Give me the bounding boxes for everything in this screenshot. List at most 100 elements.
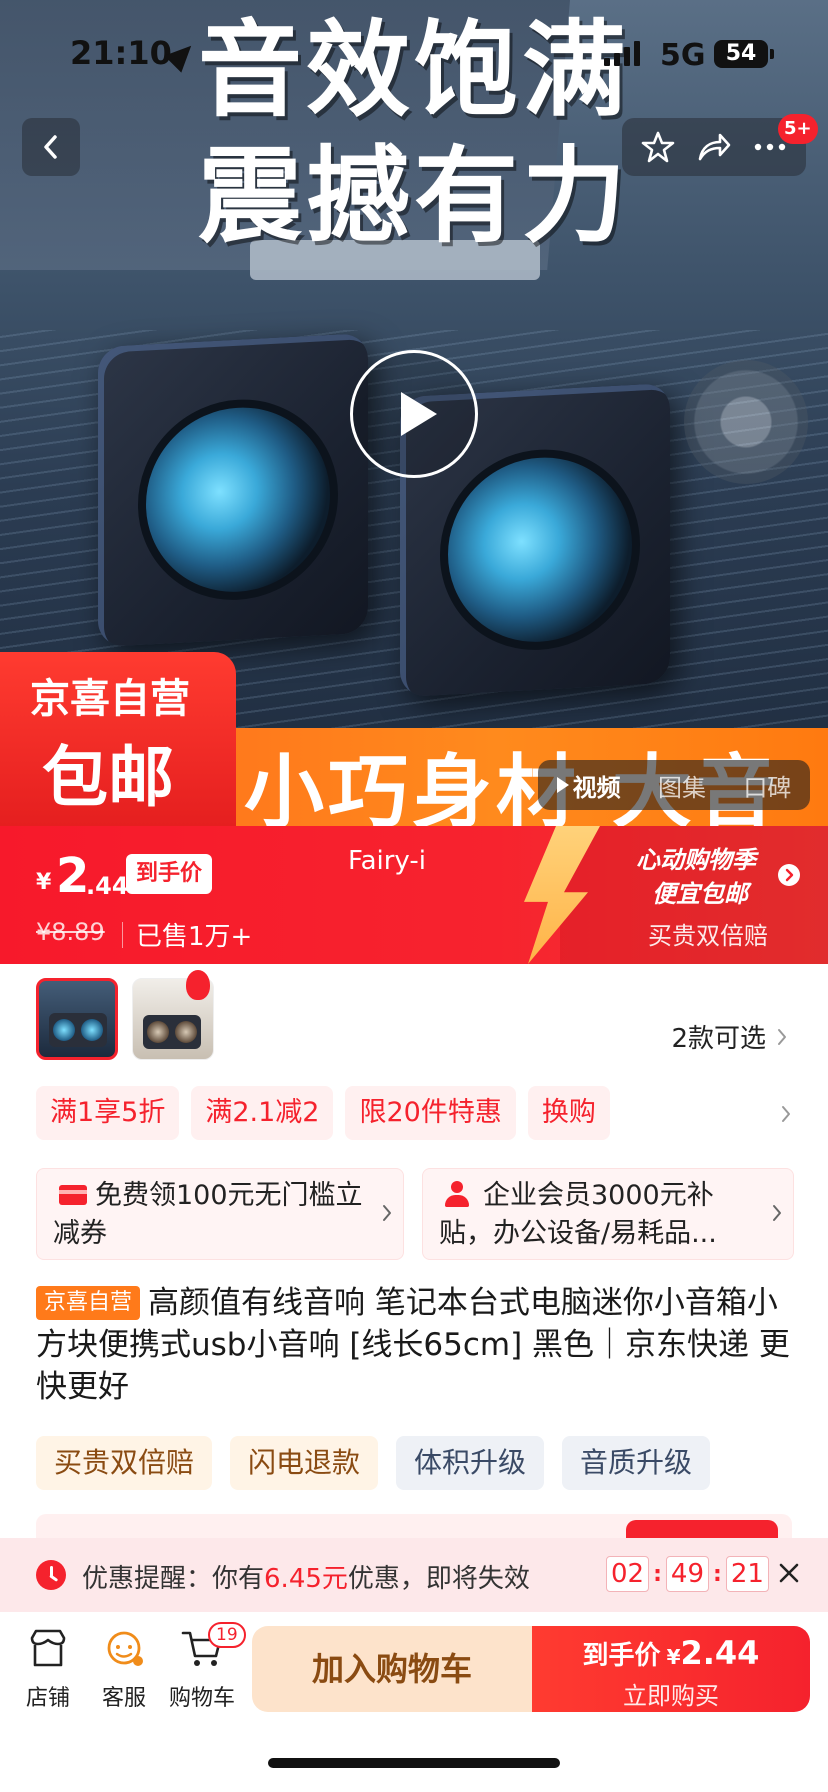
customer-service-icon <box>107 1631 143 1666</box>
add-to-cart-button[interactable]: 加入购物车 <box>252 1626 532 1712</box>
countdown-timer: 02 : 49 : 21 <box>606 1556 769 1592</box>
assistive-touch-ball[interactable] <box>684 360 808 484</box>
promo-chips: 满1享5折 满2.1减2 限20件特惠 换购 <box>36 1086 610 1140</box>
chevron-left-icon <box>44 135 57 159</box>
service-chip[interactable]: 买贵双倍赔 <box>36 1436 213 1490</box>
chevron-right-icon <box>785 868 794 882</box>
sold-count: 已售1万+ <box>136 922 253 952</box>
promo-chip[interactable]: 换购 <box>527 1086 610 1140</box>
feature-chip[interactable]: 音质升级 <box>562 1436 711 1490</box>
countdown-hours: 02 <box>606 1556 650 1592</box>
buy-now-button[interactable]: 到手价 ¥2.44 立即购买 <box>532 1626 810 1712</box>
promo-guarantee: 买贵双倍赔 <box>648 922 768 950</box>
close-reminder-button[interactable] <box>774 1558 804 1592</box>
buy-now-label: 立即购买 <box>623 1682 719 1710</box>
tab-reviews-label: 口碑 <box>743 773 792 802</box>
status-time: 21:10 <box>70 34 172 72</box>
promo-chip[interactable]: 限20件特惠 <box>345 1086 516 1140</box>
price-decimal: .44 <box>86 872 129 900</box>
badge-line1: 京喜自营 <box>30 676 190 722</box>
countdown-minutes: 49 <box>665 1556 709 1592</box>
service-chips: 买贵双倍赔 闪电退款 体积升级 音质升级 <box>36 1436 711 1490</box>
price-integer: 2 <box>56 848 90 904</box>
promo-chip[interactable]: 满1享5折 <box>36 1086 180 1140</box>
original-price: ¥8.89 <box>36 918 105 946</box>
play-video-button[interactable] <box>350 350 478 478</box>
reminder-suffix: 优惠，即将失效 <box>347 1564 530 1594</box>
product-title-text: 高颜值有线音响 笔记本台式电脑迷你小音箱小方块便携式usb小音响 [线长65cm… <box>36 1285 790 1405</box>
buy-price-line: 到手价 ¥2.44 <box>532 1634 810 1672</box>
jingxi-badge: 京喜自营 包邮 <box>0 652 236 826</box>
hot-flame-icon <box>186 970 210 1000</box>
coupon-benefit-card[interactable]: 免费领100元无门槛立减券 <box>36 1168 404 1260</box>
enterprise-benefit-card[interactable]: 企业会员3000元补贴，办公设备/易耗品... <box>422 1168 794 1260</box>
share-icon <box>698 133 731 161</box>
signal-icon <box>604 40 640 66</box>
close-icon <box>779 1563 799 1583</box>
tab-reviews[interactable]: 口碑 <box>743 768 791 803</box>
more-dots-icon <box>754 143 786 151</box>
chevron-right-icon <box>383 1205 391 1221</box>
cart-count-badge: 19 <box>208 1622 246 1648</box>
enterprise-benefit-text: 企业会员3000元补贴，办公设备/易耗品... <box>439 1180 717 1249</box>
product-info-card: 2款可选 满1享5折 满2.1减2 限20件特惠 换购 免费领100元无门槛立减… <box>0 964 828 1624</box>
favorite-button[interactable] <box>633 122 683 172</box>
tab-gallery-label: 图集 <box>657 773 706 802</box>
chevron-right-icon <box>782 1106 790 1122</box>
price-currency: ¥ <box>36 870 52 895</box>
chevron-right-icon <box>773 1205 781 1221</box>
message-count-badge: 5+ <box>778 114 818 144</box>
live-user-name: Fairy-i <box>348 846 426 876</box>
store-label: 店铺 <box>25 1686 70 1711</box>
price-bar: ¥ 2 .44 到手价 ¥8.89 已售1万+ Fairy-i 心动购物季 便宜… <box>0 826 828 964</box>
coupon-icon <box>59 1184 87 1205</box>
network-type: 5G <box>660 38 706 73</box>
user-icon <box>443 1180 471 1207</box>
reminder-amount: 6.45元 <box>264 1564 348 1594</box>
service-chip[interactable]: 闪电退款 <box>230 1436 379 1490</box>
countdown-seconds: 21 <box>725 1556 769 1592</box>
tab-gallery[interactable]: 图集 <box>658 768 706 803</box>
service-label: 客服 <box>101 1686 146 1711</box>
back-button[interactable] <box>22 118 80 176</box>
play-icon <box>401 392 437 436</box>
feature-chip[interactable]: 体积升级 <box>396 1436 545 1490</box>
promo-chips-more[interactable] <box>780 1104 792 1128</box>
share-button[interactable] <box>689 122 739 172</box>
reminder-prefix: 优惠提醒：你有 <box>82 1564 265 1594</box>
buy-price: 2.44 <box>680 1634 760 1672</box>
buy-currency: ¥ <box>666 1645 681 1669</box>
store-button[interactable]: 店铺 <box>8 1628 88 1712</box>
play-small-icon <box>556 777 569 793</box>
variant-count-label: 2款可选 <box>671 1024 766 1054</box>
cart-button[interactable]: 19 购物车 <box>162 1622 246 1712</box>
discount-reminder[interactable]: 优惠提醒：你有6.45元优惠，即将失效 02 : 49 : 21 <box>0 1538 828 1612</box>
cart-label: 购物车 <box>168 1686 235 1711</box>
chevron-right-icon <box>778 1028 786 1045</box>
customer-service-button[interactable]: 客服 <box>84 1628 164 1712</box>
promo-subtitle[interactable]: 便宜包邮 <box>652 874 748 909</box>
tab-video[interactable]: 视频 <box>556 768 621 803</box>
promo-arrow-button[interactable] <box>778 864 800 886</box>
speaker-left <box>98 332 368 648</box>
star-icon <box>641 131 675 163</box>
clock-icon <box>36 1560 66 1590</box>
variant-thumb-black[interactable] <box>36 978 118 1060</box>
divider <box>122 922 123 948</box>
product-title[interactable]: 京喜自营 高颜值有线音响 笔记本台式电脑迷你小音箱小方块便携式usb小音响 [线长… <box>36 1282 796 1408</box>
variant-selector[interactable]: 2款可选 <box>671 1018 788 1055</box>
media-tabs: 视频 图集 口碑 <box>538 760 810 810</box>
promo-chip[interactable]: 满2.1减2 <box>191 1086 334 1140</box>
store-icon <box>30 1629 66 1667</box>
self-operated-tag: 京喜自营 <box>36 1286 141 1320</box>
tab-video-label: 视频 <box>572 773 621 802</box>
final-price-tag: 到手价 <box>126 854 213 894</box>
buy-price-label: 到手价 <box>582 1641 661 1671</box>
promo-title[interactable]: 心动购物季 <box>636 840 756 875</box>
coupon-benefit-text: 免费领100元无门槛立减券 <box>53 1180 363 1249</box>
home-indicator <box>268 1758 560 1768</box>
reminder-text: 优惠提醒：你有6.45元优惠，即将失效 <box>82 1558 530 1595</box>
battery-icon: 54 <box>714 40 774 68</box>
badge-line2: 包邮 <box>42 739 174 816</box>
status-bar: 21:10 5G 54 <box>0 0 828 100</box>
